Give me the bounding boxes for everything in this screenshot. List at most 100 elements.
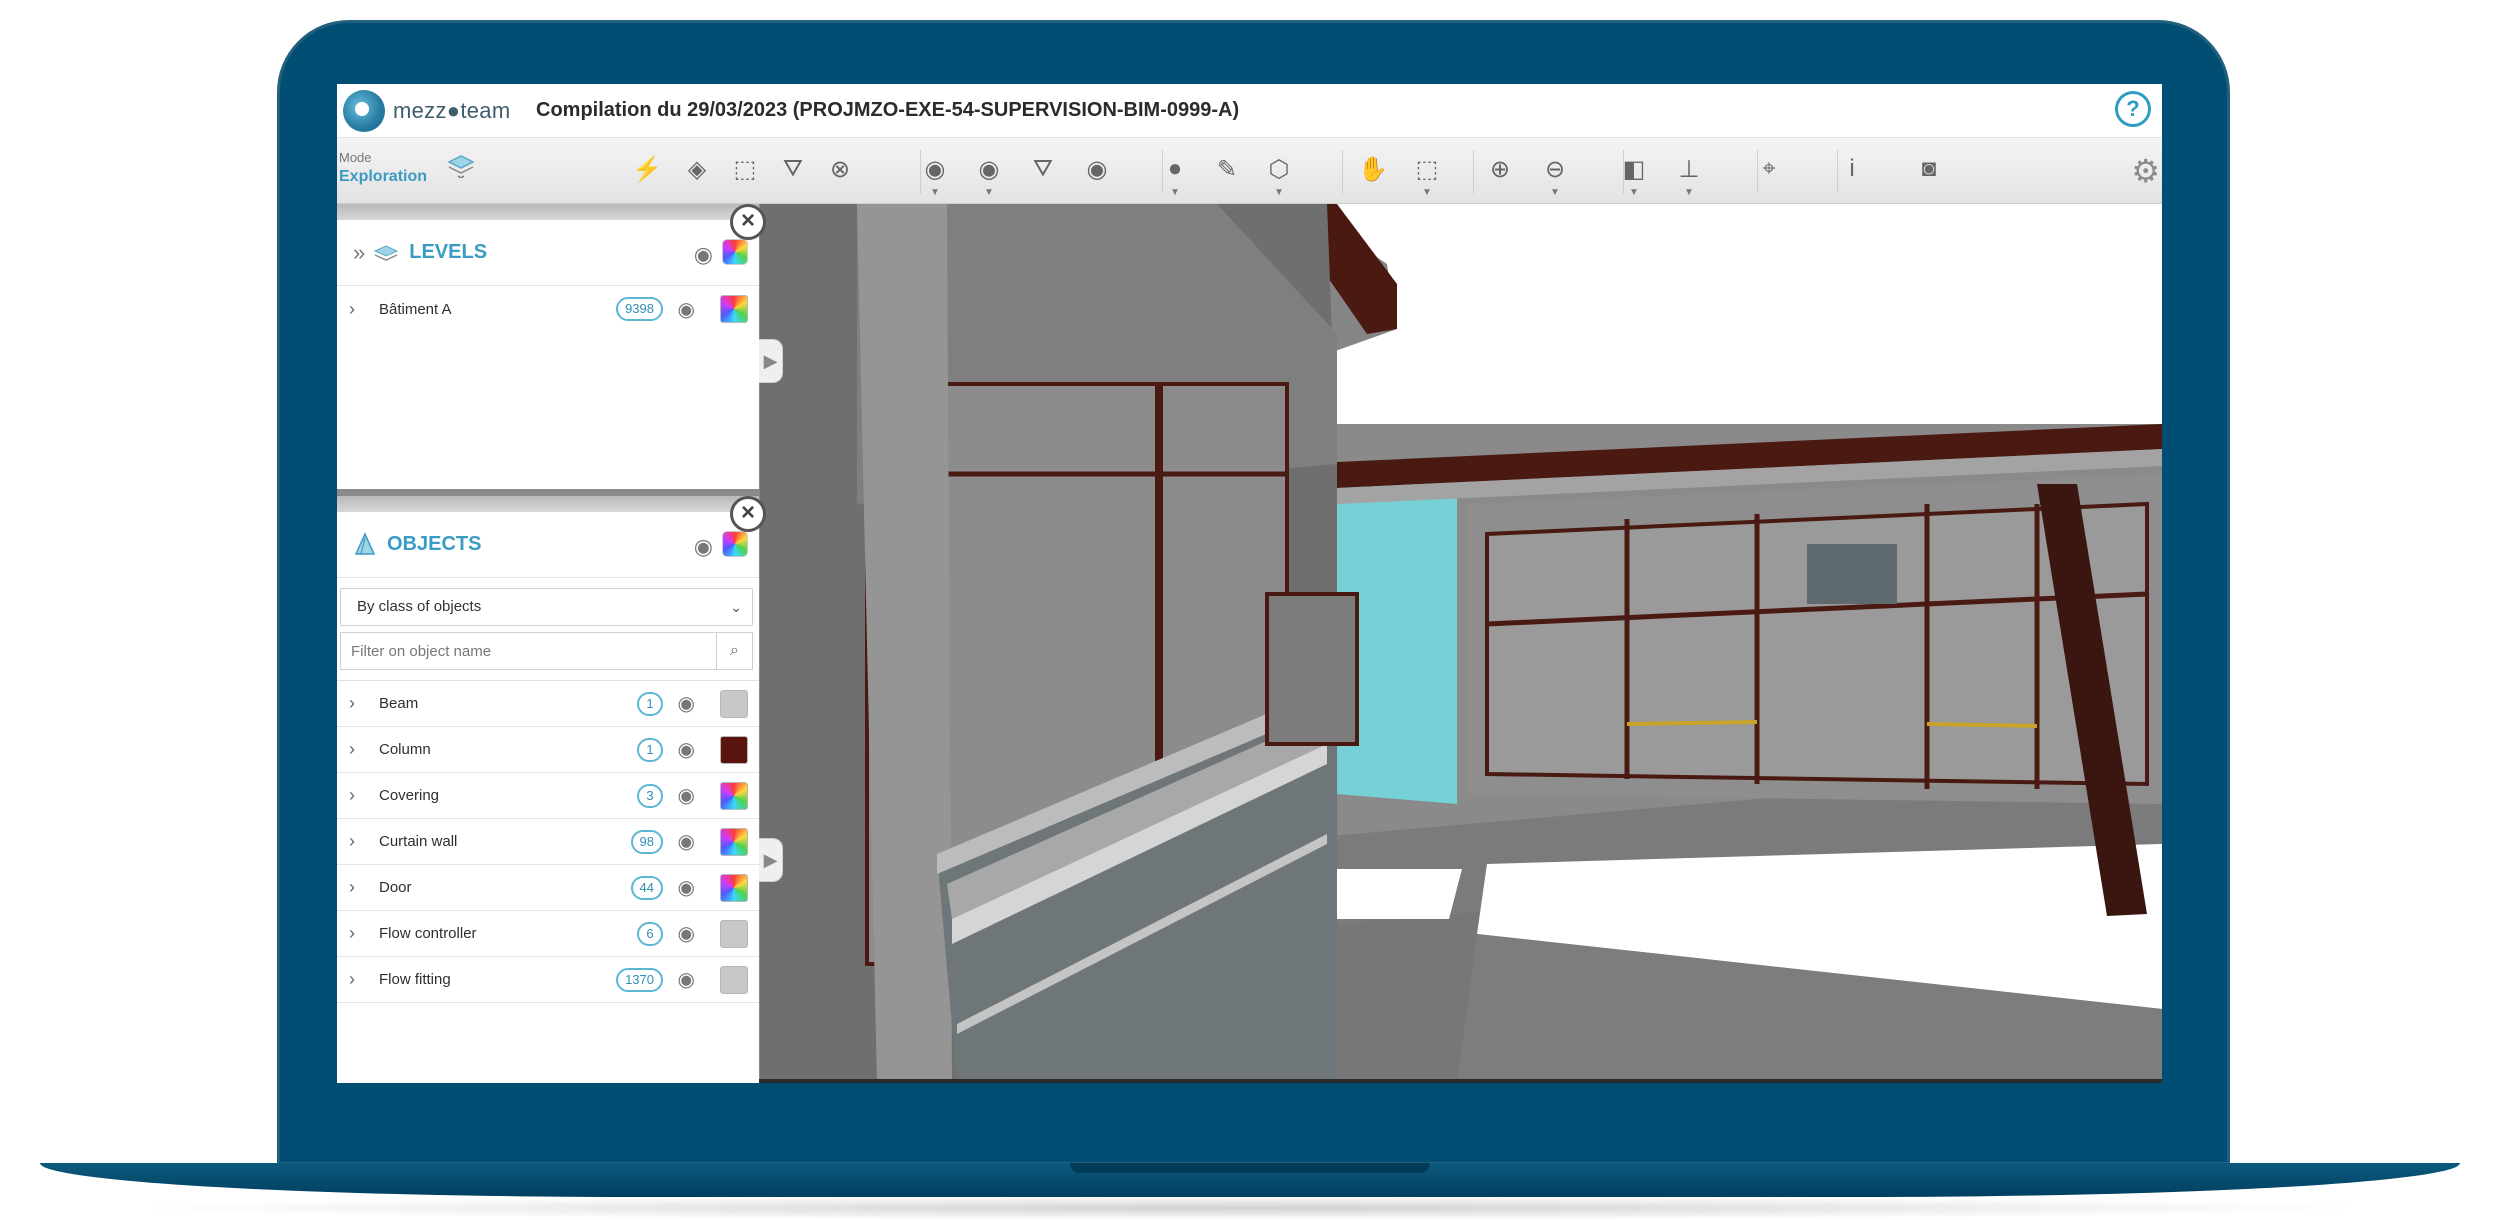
level-name: Bâtiment A [379, 300, 452, 318]
settings-gear-icon[interactable]: ⚙ [2131, 152, 2160, 190]
visibility-eye-icon[interactable]: ◉ [678, 875, 695, 900]
visibility-icon[interactable]: ◉ ▼ [916, 150, 954, 199]
camera-icon[interactable]: ◙ [1910, 150, 1948, 188]
object-color-swatch[interactable] [720, 735, 748, 764]
search-icon[interactable]: ⌕ [716, 633, 752, 669]
visibility-eye-icon[interactable]: ◉ [678, 921, 695, 946]
objects-title: OBJECTS [387, 533, 482, 555]
levels-collapse-tab[interactable]: ▶ [759, 339, 783, 383]
objects-close-button[interactable]: × [730, 496, 766, 532]
group-by-select[interactable]: By class of objects ⌄ [340, 588, 753, 626]
magic-select-icon[interactable]: ⚡ [628, 150, 666, 188]
app-screen: mezz●team Compilation du 29/03/2023 (PRO… [337, 84, 2162, 1083]
object-count-badge: 6 [637, 921, 663, 946]
toolbar-separator [1837, 150, 1838, 194]
object-row[interactable]: › Column 1 ◉ [337, 727, 759, 773]
object-row[interactable]: › Curtain wall 98 ◉ [337, 819, 759, 865]
chevron-right-icon[interactable]: › [349, 831, 369, 852]
level-row[interactable]: › Bâtiment A 9398 ◉ [337, 286, 759, 332]
chevron-right-icon[interactable]: › [349, 785, 369, 806]
object-row[interactable]: › Door 44 ◉ [337, 865, 759, 911]
object-count-badge: 98 [630, 829, 663, 854]
explode-icon[interactable]: ◧ ▼ [1615, 150, 1653, 199]
object-count-badge: 1 [637, 737, 663, 762]
levels-list: › Bâtiment A 9398 ◉ [337, 286, 759, 332]
palette-icon[interactable]: ✎ [1208, 150, 1246, 188]
measure-icon[interactable]: ⊥ ▼ [1670, 150, 1708, 199]
object-color-swatch[interactable] [720, 827, 748, 856]
level-color-swatch[interactable] [720, 295, 748, 323]
filter-visibility-icon[interactable]: ⛛ [1024, 150, 1062, 188]
object-color-swatch[interactable] [720, 873, 748, 902]
toolbar-separator [1623, 150, 1624, 194]
objects-panel: OBJECTS ◉ By class of objects ⌄ ⌕ › Beam 1… [337, 496, 783, 1083]
filter-icon[interactable]: ⛛ [774, 150, 812, 188]
reveal-icon[interactable]: ◉ [1078, 150, 1116, 188]
levels-visibility-eye-icon[interactable]: ◉ [694, 242, 713, 268]
object-row[interactable]: › Covering 3 ◉ [337, 773, 759, 819]
laptop-shadow [120, 1196, 2380, 1220]
paint-select-icon[interactable]: ◈ [678, 150, 716, 188]
objects-color-palette-icon[interactable] [722, 531, 748, 557]
object-row[interactable]: › Beam 1 ◉ [337, 681, 759, 727]
zoom-fit-icon[interactable]: ⊕ [1481, 150, 1519, 188]
chevron-down-icon: ▼ [984, 187, 994, 198]
levels-color-palette-icon[interactable] [722, 239, 748, 265]
visibility-eye-icon[interactable]: ◉ [678, 297, 695, 322]
object-color-swatch[interactable] [720, 781, 748, 810]
visibility-eye-icon[interactable]: ◉ [678, 783, 695, 808]
levels-panel: » LEVELS ◉ › Bâtiment A 9398 ◉ ▶ [337, 204, 783, 489]
toolbar-separator [920, 150, 921, 194]
chevron-down-icon: ▼ [1422, 187, 1432, 198]
clear-selection-icon[interactable]: ⊗ [821, 150, 859, 188]
chevron-right-icon[interactable]: › [349, 877, 369, 898]
object-row[interactable]: › Flow controller 6 ◉ [337, 911, 759, 957]
chevron-right-icon[interactable]: › [349, 923, 369, 944]
show-icon[interactable]: ◉ ▼ [970, 150, 1008, 199]
add-pin-icon[interactable]: ⌖ [1750, 150, 1788, 188]
object-color-swatch[interactable] [720, 689, 748, 718]
mode-selector[interactable]: Mode Exploration [339, 150, 427, 186]
objects-collapse-tab[interactable]: ▶ [759, 838, 783, 882]
pan-hand-icon[interactable]: ✋ [1354, 150, 1392, 188]
object-filter-input[interactable] [341, 633, 711, 669]
app-logo[interactable]: mezz●team [343, 90, 510, 132]
select-area-icon[interactable]: ⬚ [726, 150, 764, 188]
view-cube-icon[interactable]: ⬡ ▼ [1260, 150, 1298, 199]
info-icon[interactable]: i [1833, 150, 1871, 188]
object-count-badge: 3 [637, 783, 663, 808]
levels-panel-strip [337, 204, 759, 220]
visibility-eye-icon[interactable]: ◉ [678, 967, 695, 992]
chevron-right-icon[interactable]: › [349, 969, 369, 990]
chevron-down-icon: ▼ [1274, 187, 1284, 198]
zoom-icon[interactable]: ⊖ ▼ [1536, 150, 1574, 199]
chevron-right-icon[interactable]: › [349, 299, 369, 320]
chevron-right-icon[interactable]: › [349, 693, 369, 714]
section-box-icon[interactable]: ⬚ ▼ [1408, 150, 1446, 199]
object-name: Door [379, 879, 412, 896]
chevron-down-icon: ▼ [1629, 187, 1639, 198]
expand-double-chevron-icon[interactable]: » [353, 240, 365, 266]
laptop-notch [1070, 1163, 1430, 1173]
layers-mode-icon[interactable] [445, 152, 477, 178]
visibility-eye-icon[interactable]: ◉ [678, 691, 695, 716]
objects-visibility-eye-icon[interactable]: ◉ [694, 534, 713, 560]
chevron-down-icon: ▼ [1550, 187, 1560, 198]
object-name: Flow controller [379, 925, 477, 942]
visibility-eye-icon[interactable]: ◉ [678, 829, 695, 854]
object-color-swatch[interactable] [720, 965, 748, 994]
object-count-badge: 1 [637, 691, 663, 716]
toolbar-separator [1342, 150, 1343, 194]
objects-list: › Beam 1 ◉ › Column 1 ◉ › Covering 3 ◉ › Curtain wall… [337, 680, 759, 1004]
levels-close-button[interactable]: × [730, 204, 766, 240]
group-by-value: By class of objects [357, 598, 482, 615]
levels-title: LEVELS [409, 241, 488, 263]
chevron-right-icon[interactable]: › [349, 739, 369, 760]
object-color-swatch[interactable] [720, 919, 748, 948]
visibility-eye-icon[interactable]: ◉ [678, 737, 695, 762]
toolbar-separator [1757, 150, 1758, 194]
object-row[interactable]: › Flow fitting 1370 ◉ [337, 957, 759, 1003]
objects-panel-strip [337, 496, 759, 512]
objects-panel-header: OBJECTS ◉ [337, 512, 759, 578]
help-button[interactable]: ? [2115, 91, 2151, 127]
